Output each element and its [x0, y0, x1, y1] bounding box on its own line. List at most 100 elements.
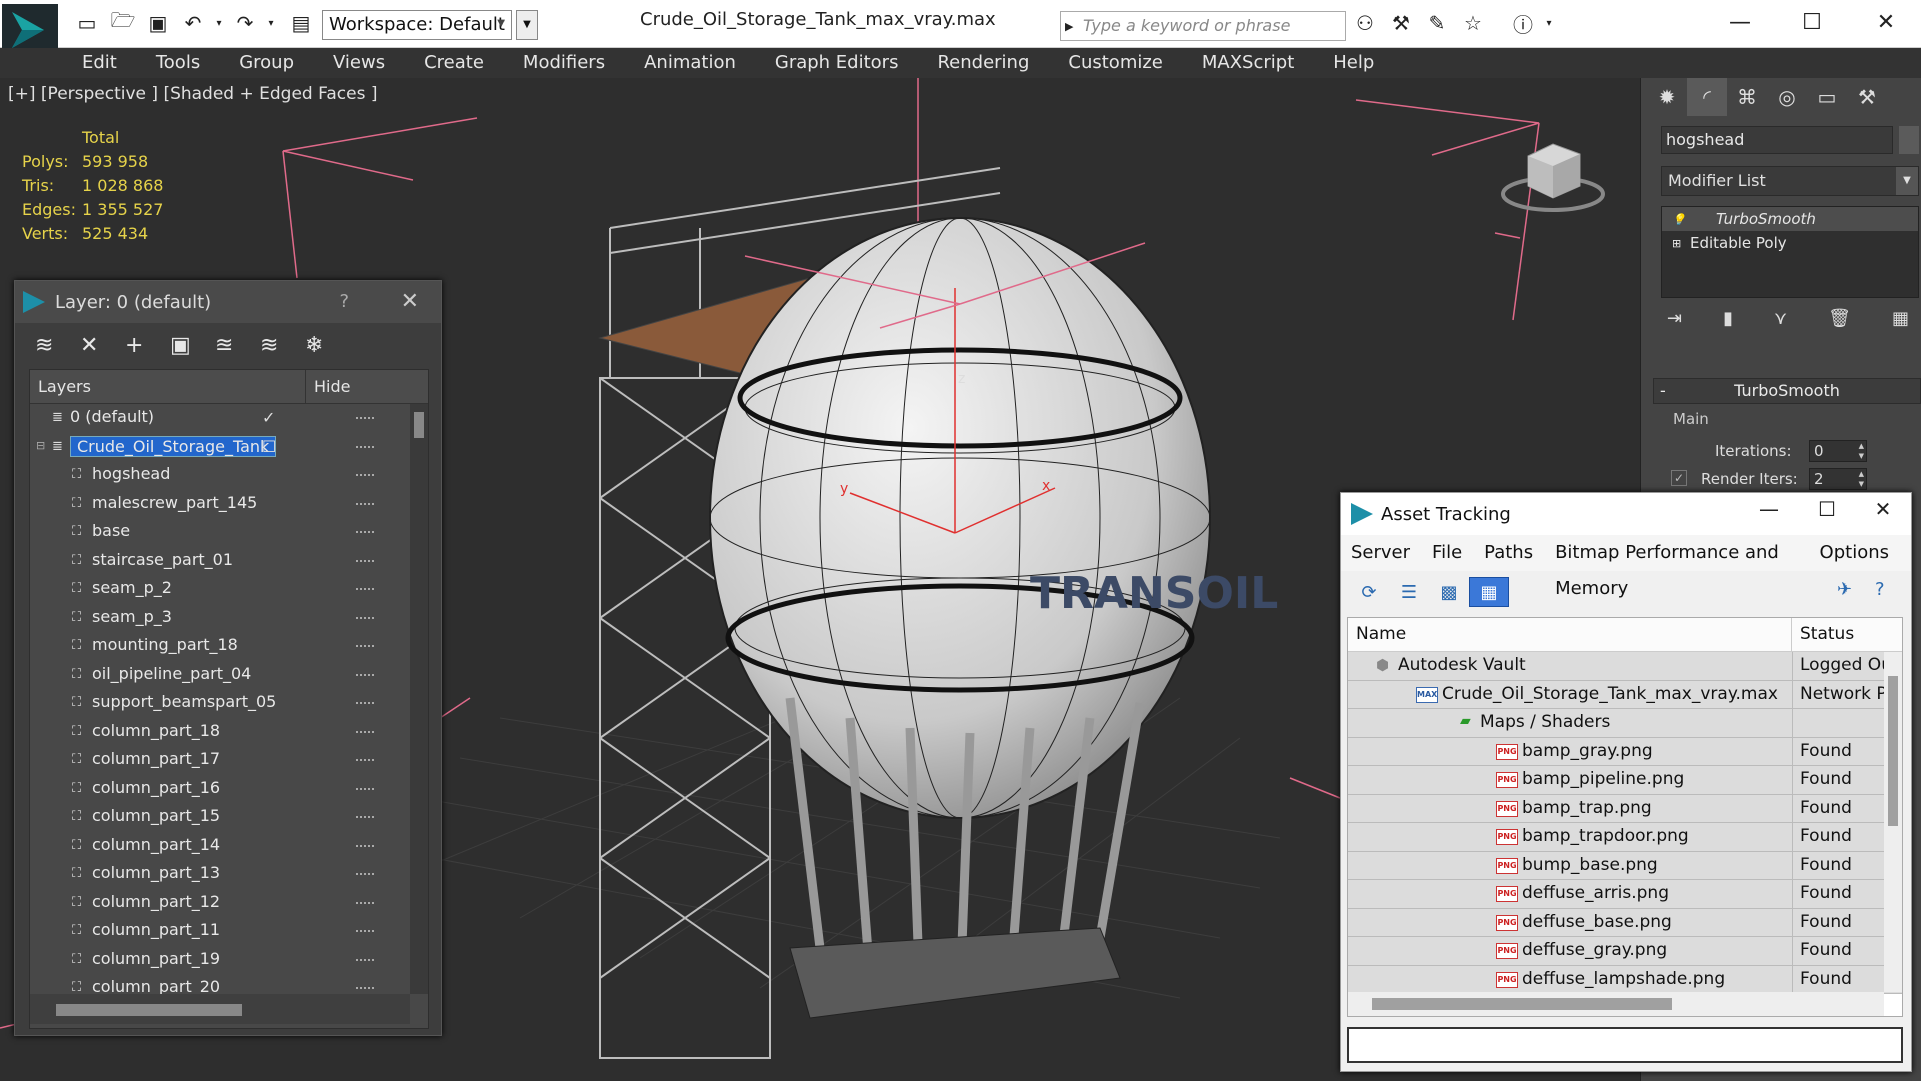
asset-row[interactable]: PNG bamp_pipeline.png Found	[1348, 766, 1902, 795]
communication-center-icon[interactable]: ✎	[1424, 10, 1450, 36]
render-iters-spinner[interactable]: 2 ▲ ▼	[1809, 468, 1867, 490]
menu-item[interactable]: Views	[333, 48, 385, 78]
undo-dropdown-icon[interactable]: ▾	[206, 10, 232, 36]
select-objects-icon[interactable]: ▣	[170, 333, 215, 358]
layer-row[interactable]: ⛶ column_part_15	[30, 803, 428, 832]
hide-all-layers-icon[interactable]: ≋	[260, 333, 305, 358]
layer-row[interactable]: ⛶ mounting_part_18	[30, 632, 428, 661]
iterations-spinner[interactable]: 0 ▲ ▼	[1809, 440, 1867, 462]
layer-row[interactable]: ⛶ oil_pipeline_part_04	[30, 661, 428, 690]
hide-toggle[interactable]	[356, 958, 374, 962]
name-column-header[interactable]: Name	[1348, 618, 1792, 651]
hide-toggle[interactable]	[356, 930, 374, 933]
layer-row[interactable]: ⛶ column_part_18	[30, 718, 428, 747]
asset-status-field[interactable]	[1347, 1027, 1903, 1063]
save-file-icon[interactable]: ▣	[145, 10, 171, 36]
layer-row[interactable]: ⛶ column_part_13	[30, 860, 428, 889]
layer-row[interactable]: ≣ 0 (default) ✓	[30, 404, 428, 433]
show-end-result-icon[interactable]: ▮	[1723, 308, 1733, 338]
minimize-button[interactable]: —	[1749, 497, 1789, 521]
asset-horizontal-scrollbar[interactable]	[1348, 992, 1884, 1016]
workspace-menu-button[interactable]: ▼	[516, 10, 538, 40]
search-input[interactable]: ▶ Type a keyword or phrase	[1060, 11, 1346, 41]
hide-toggle[interactable]	[356, 474, 374, 477]
asset-row[interactable]: PNG deffuse_arris.png Found	[1348, 880, 1902, 909]
hide-toggle[interactable]	[356, 987, 374, 990]
layer-row[interactable]: ⛶ support_beamspart_05	[30, 689, 428, 718]
spinner-arrows-icon[interactable]: ▲ ▼	[1859, 441, 1864, 461]
viewport-label[interactable]: [+] [Perspective ] [Shaded + Edged Faces…	[8, 84, 377, 104]
modify-tab-icon[interactable]: ◜	[1687, 78, 1727, 116]
make-unique-icon[interactable]: ⋎	[1774, 308, 1787, 338]
object-color-swatch[interactable]	[1899, 126, 1919, 154]
layer-row[interactable]: ⛶ malescrew_part_145	[30, 490, 428, 519]
add-to-layer-icon[interactable]: +	[125, 333, 170, 358]
stack-item-editable-poly[interactable]: ⊞ Editable Poly	[1662, 231, 1918, 255]
layer-dialog-titlebar[interactable]: Layer: 0 (default) ? ✕	[15, 281, 441, 323]
favorites-star-icon[interactable]: ☆	[1460, 10, 1486, 36]
asset-menu-item[interactable]: Options	[1820, 535, 1889, 571]
asset-vertical-scrollbar[interactable]	[1884, 652, 1902, 992]
layer-row[interactable]: ⛶ column_part_19	[30, 946, 428, 975]
utilities-tab-icon[interactable]: ⚒	[1847, 78, 1887, 116]
menu-item[interactable]: Create	[424, 48, 484, 78]
help-dropdown-icon[interactable]: ▾	[1536, 10, 1562, 36]
minimize-button[interactable]: —	[1720, 6, 1760, 38]
hide-toggle[interactable]	[356, 702, 374, 705]
asset-row[interactable]: ▰ Maps / Shaders	[1348, 709, 1902, 738]
help-icon[interactable]: ⓘ	[1510, 10, 1536, 37]
redo-dropdown-icon[interactable]: ▾	[258, 10, 284, 36]
log-in-icon[interactable]: ✈	[1837, 579, 1852, 600]
layer-vertical-scrollbar[interactable]	[410, 404, 428, 994]
menu-item[interactable]: Modifiers	[523, 48, 605, 78]
set-current-box-icon[interactable]: ☐	[262, 437, 276, 456]
layer-row[interactable]: ⛶ column_part_16	[30, 775, 428, 804]
menu-item[interactable]: Tools	[156, 48, 200, 78]
hide-toggle[interactable]	[356, 417, 374, 420]
menu-item[interactable]: Graph Editors	[775, 48, 899, 78]
binoculars-icon[interactable]: ⚇	[1352, 10, 1378, 36]
hide-toggle[interactable]	[356, 787, 374, 791]
highlight-layer-icon[interactable]: ≊	[215, 333, 260, 358]
close-button[interactable]: ✕	[1866, 6, 1906, 38]
motion-tab-icon[interactable]: ◎	[1767, 78, 1807, 116]
hide-toggle[interactable]	[356, 873, 374, 876]
asset-row[interactable]: MAX Crude_Oil_Storage_Tank_max_vray.max Ne…	[1348, 680, 1902, 709]
project-folder-icon[interactable]: ▤	[288, 10, 314, 36]
asset-tracking-titlebar[interactable]: Asset Tracking — ☐ ✕	[1341, 493, 1911, 535]
asset-row[interactable]: PNG deffuse_base.png Found	[1348, 908, 1902, 937]
layer-row[interactable]: ⛶ hogshead	[30, 461, 428, 490]
layer-row[interactable]: ⛶ base	[30, 518, 428, 547]
asset-row[interactable]: PNG deffuse_gray.png Found	[1348, 937, 1902, 966]
hide-toggle[interactable]	[356, 531, 374, 534]
close-icon[interactable]: ✕	[401, 289, 419, 314]
close-button[interactable]: ✕	[1863, 497, 1903, 521]
create-layer-icon[interactable]: ≋	[35, 333, 80, 358]
object-name-field[interactable]: hogshead	[1661, 126, 1893, 154]
layers-column-header[interactable]: Layers	[30, 370, 306, 403]
menu-item[interactable]: Rendering	[937, 48, 1029, 78]
hide-toggle[interactable]	[356, 901, 374, 905]
subscription-center-icon[interactable]: ⚒	[1388, 10, 1414, 36]
scrollbar-thumb[interactable]	[56, 1004, 242, 1016]
expand-plus-icon[interactable]: ⊞	[1672, 237, 1690, 250]
remove-modifier-icon[interactable]: 🗑	[1828, 308, 1851, 338]
hide-toggle[interactable]	[356, 844, 374, 848]
layer-row[interactable]: ⛶ staircase_part_01	[30, 547, 428, 576]
asset-row[interactable]: PNG deffuse_lampshade.png Found	[1348, 965, 1902, 994]
list-view-icon[interactable]: ☰	[1389, 577, 1429, 607]
hide-toggle[interactable]	[356, 816, 374, 819]
hide-column-header[interactable]: Hide	[306, 370, 366, 403]
maximize-button[interactable]: ☐	[1792, 6, 1832, 38]
hide-toggle[interactable]	[356, 616, 374, 620]
pin-stack-icon[interactable]: ⇥	[1667, 308, 1682, 338]
hide-toggle[interactable]	[356, 445, 374, 449]
layer-row[interactable]: ⛶ column_part_14	[30, 832, 428, 861]
asset-row[interactable]: PNG bamp_trapdoor.png Found	[1348, 823, 1902, 852]
spinner-arrows-icon[interactable]: ▲ ▼	[1859, 469, 1864, 489]
freeze-all-layers-icon[interactable]: ❄	[305, 333, 350, 358]
hide-toggle[interactable]	[356, 673, 374, 677]
layer-horizontal-scrollbar[interactable]	[30, 994, 410, 1024]
stack-item-turbosmooth[interactable]: 💡 TurboSmooth	[1662, 207, 1918, 231]
modifier-list-dropdown[interactable]: Modifier List ▼	[1661, 166, 1919, 196]
